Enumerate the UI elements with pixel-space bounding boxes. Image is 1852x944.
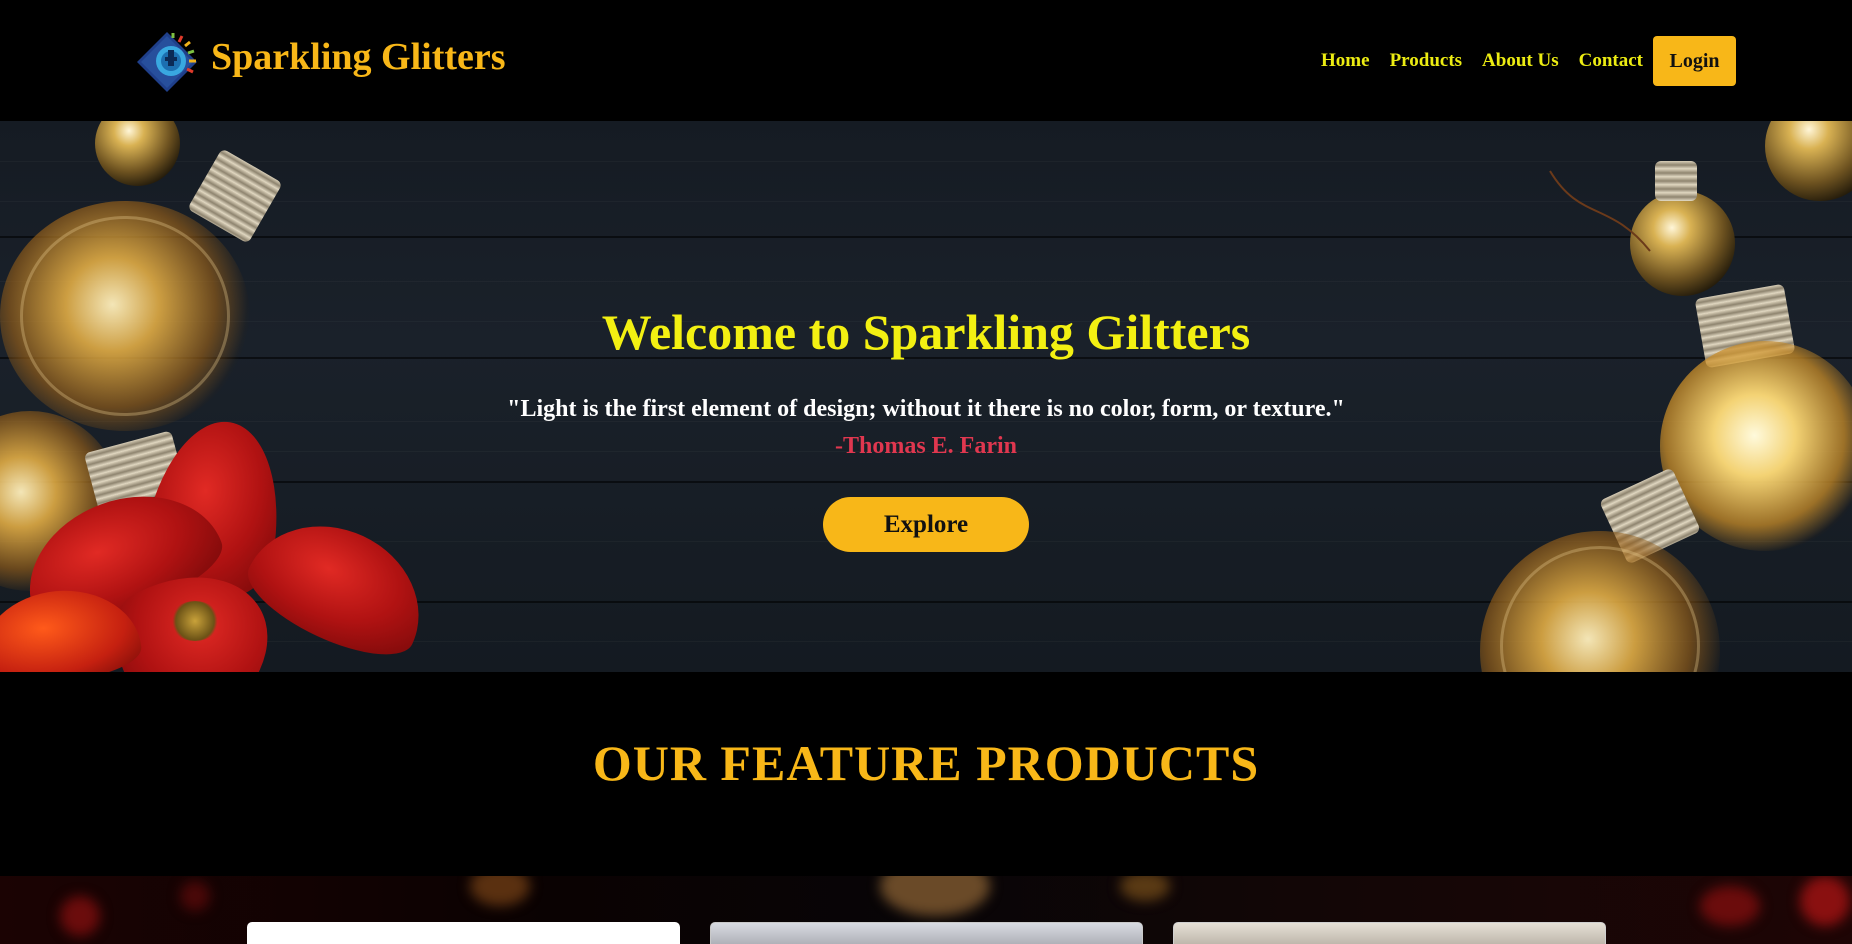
nav-link-about-us[interactable]: About Us (1482, 50, 1559, 72)
product-card[interactable] (247, 922, 680, 944)
feature-products-section: OUR FEATURE PRODUCTS (0, 672, 1852, 876)
hero-quote-author: -Thomas E. Farin (834, 433, 1017, 459)
hero-section: Welcome to Sparkling Giltters "Light is … (0, 121, 1852, 672)
main-nav: Home Products About Us Contact Login (1301, 36, 1736, 86)
login-button[interactable]: Login (1653, 36, 1736, 86)
navbar: Sparkling Glitters Home Products About U… (0, 0, 1852, 121)
brand-name: Sparkling Glitters (211, 36, 506, 78)
feature-products-title: OUR FEATURE PRODUCTS (592, 735, 1260, 791)
nav-link-contact[interactable]: Contact (1579, 50, 1643, 72)
hero-quote: "Light is the first element of design; w… (507, 396, 1345, 422)
nav-link-home[interactable]: Home (1321, 50, 1370, 72)
explore-button[interactable]: Explore (823, 497, 1029, 552)
product-card[interactable] (710, 922, 1143, 944)
nav-link-products[interactable]: Products (1390, 50, 1462, 72)
hero-content: Welcome to Sparkling Giltters "Light is … (0, 121, 1852, 672)
products-background (0, 876, 1852, 944)
diamond-bulb-logo-icon (135, 30, 201, 94)
product-card[interactable] (1173, 922, 1606, 944)
hero-title: Welcome to Sparkling Giltters (601, 304, 1251, 360)
brand[interactable]: Sparkling Glitters (135, 30, 506, 94)
